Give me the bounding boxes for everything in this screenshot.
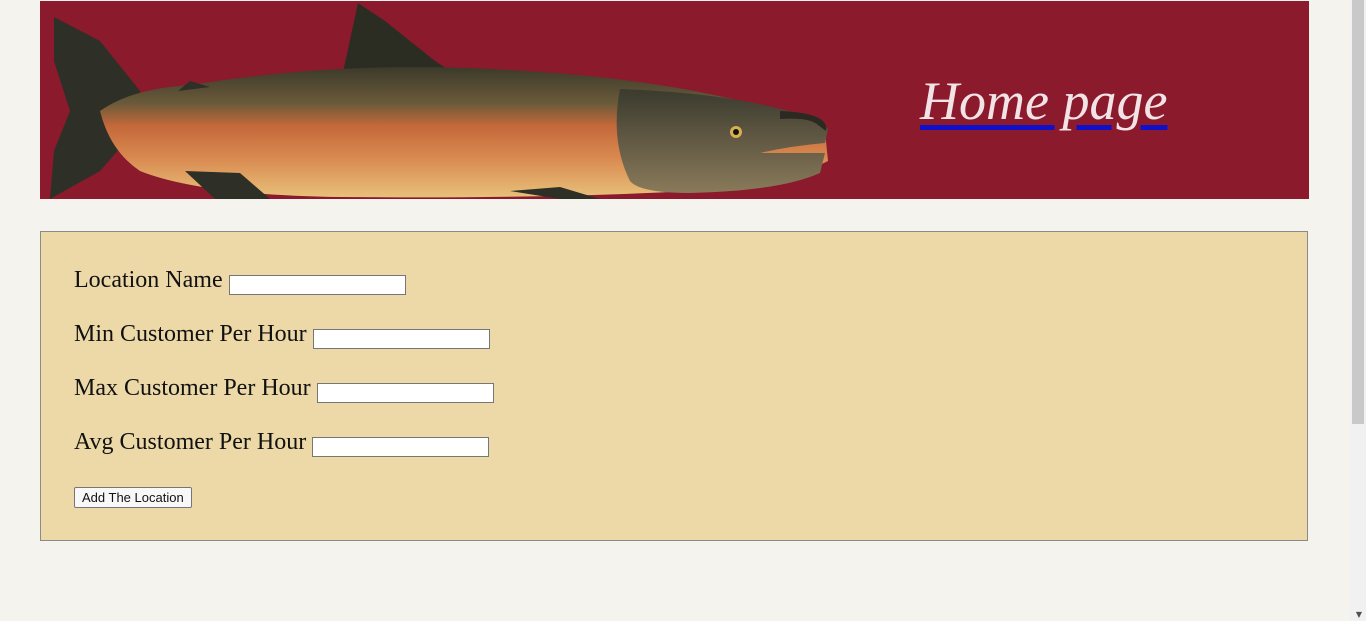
- max-customer-row: Max Customer Per Hour: [74, 375, 494, 403]
- home-page-link[interactable]: Home page: [920, 71, 1167, 131]
- min-customer-row: Min Customer Per Hour: [74, 321, 490, 349]
- location-name-input[interactable]: [228, 275, 406, 295]
- page: Home page Location Name Min Customer Per…: [0, 0, 1366, 621]
- header-banner: Home page: [40, 1, 1309, 199]
- avg-customer-label: Avg Customer Per Hour: [74, 429, 307, 455]
- add-location-form: Location Name Min Customer Per Hour Max …: [40, 231, 1308, 541]
- location-name-row: Location Name: [74, 267, 406, 295]
- avg-customer-row: Avg Customer Per Hour: [74, 429, 490, 457]
- scrollbar-thumb[interactable]: [1352, 0, 1364, 424]
- max-customer-input[interactable]: [316, 383, 494, 403]
- salmon-image: [50, 3, 828, 199]
- max-customer-label: Max Customer Per Hour: [74, 375, 311, 401]
- add-location-button[interactable]: Add The Location: [74, 487, 192, 508]
- avg-customer-input[interactable]: [312, 437, 490, 457]
- location-name-label: Location Name: [74, 267, 223, 293]
- vertical-scrollbar[interactable]: ▼: [1350, 0, 1366, 621]
- min-customer-input[interactable]: [312, 329, 490, 349]
- min-customer-label: Min Customer Per Hour: [74, 321, 307, 347]
- scroll-down-arrow-icon[interactable]: ▼: [1356, 610, 1362, 619]
